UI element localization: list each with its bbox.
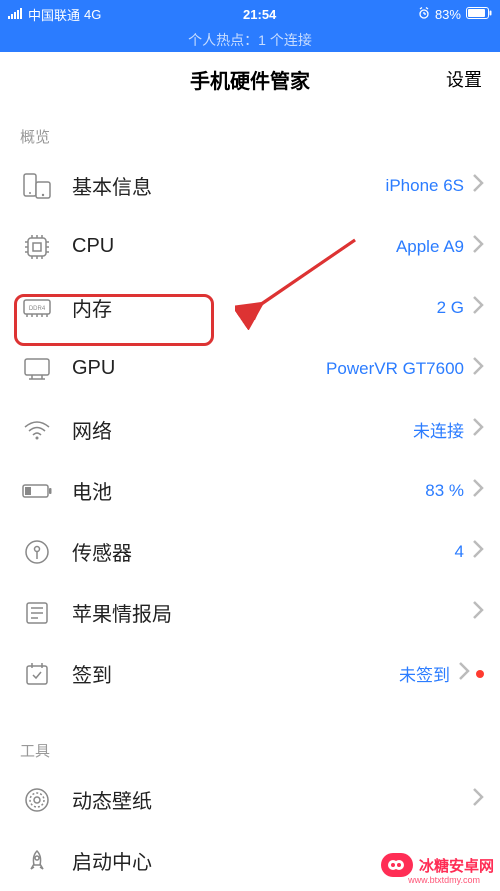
gpu-icon (20, 352, 54, 386)
row-value: 83 % (425, 481, 464, 501)
battery-icon (466, 7, 492, 22)
row-label: 苹果情报局 (72, 598, 472, 627)
chevron-right-icon (458, 661, 470, 686)
notification-dot (476, 670, 484, 678)
row-label: 网络 (72, 415, 413, 444)
hotspot-bar[interactable]: 个人热点：1 个连接 (0, 28, 500, 52)
chevron-right-icon (472, 539, 484, 564)
row-value: 4 (455, 542, 464, 562)
device-icon (20, 169, 54, 203)
chevron-right-icon (472, 356, 484, 381)
row-sensors[interactable]: 传感器 4 (0, 521, 500, 582)
section-overview-header: 概览 (0, 106, 500, 155)
chevron-right-icon (472, 478, 484, 503)
status-time: 21:54 (243, 7, 276, 22)
row-basic-info[interactable]: 基本信息 iPhone 6S (0, 155, 500, 216)
hotspot-label: 个人热点：1 个连接 (188, 30, 312, 50)
row-value: 未签到 (399, 661, 450, 686)
row-label: 签到 (72, 659, 399, 688)
status-right: 83% (418, 7, 492, 22)
row-battery[interactable]: 电池 83 % (0, 460, 500, 521)
watermark: 冰糖安卓网 (381, 853, 494, 877)
chevron-right-icon (472, 787, 484, 812)
row-label: CPU (72, 235, 396, 258)
wifi-icon (20, 413, 54, 447)
sensor-icon (20, 535, 54, 569)
row-network[interactable]: 网络 未连接 (0, 399, 500, 460)
status-left: 中国联通 4G (8, 5, 101, 24)
watermark-text: 冰糖安卓网 (419, 855, 494, 876)
carrier-label: 中国联通 (28, 5, 80, 24)
page-title: 手机硬件管家 (190, 65, 310, 94)
row-label: 电池 (72, 476, 425, 505)
chevron-right-icon (472, 173, 484, 198)
battery-pct: 83% (435, 7, 461, 22)
chevron-right-icon (472, 295, 484, 320)
status-bar: 中国联通 4G 21:54 83% (0, 0, 500, 28)
settings-button[interactable]: 设置 (446, 66, 482, 92)
chevron-right-icon (472, 234, 484, 259)
row-label: 传感器 (72, 537, 455, 566)
signal-icon (8, 7, 24, 22)
memory-icon: DDR4 (20, 291, 54, 325)
row-value: iPhone 6S (386, 176, 464, 196)
row-value: 未连接 (413, 417, 464, 442)
rocket-icon (20, 844, 54, 878)
row-wallpaper[interactable]: 动态壁纸 (0, 769, 500, 830)
row-label: 基本信息 (72, 171, 386, 200)
row-value: PowerVR GT7600 (326, 359, 464, 379)
row-cpu[interactable]: CPU Apple A9 (0, 216, 500, 277)
battery-row-icon (20, 474, 54, 508)
watermark-badge (381, 853, 413, 877)
row-label: GPU (72, 357, 326, 380)
calendar-icon (20, 657, 54, 691)
row-value: 2 G (437, 298, 464, 318)
wallpaper-icon (20, 783, 54, 817)
chevron-right-icon (472, 417, 484, 442)
row-value: Apple A9 (396, 237, 464, 257)
section-tools-header: 工具 (0, 732, 500, 769)
row-label: 动态壁纸 (72, 785, 472, 814)
svg-text:DDR4: DDR4 (29, 306, 46, 312)
row-gpu[interactable]: GPU PowerVR GT7600 (0, 338, 500, 399)
row-label: 内存 (72, 293, 437, 322)
news-icon (20, 596, 54, 630)
chevron-right-icon (472, 600, 484, 625)
alarm-icon (418, 7, 430, 22)
nav-bar: 手机硬件管家 设置 (0, 52, 500, 106)
network-label: 4G (84, 7, 101, 22)
row-intel[interactable]: 苹果情报局 (0, 582, 500, 643)
row-checkin[interactable]: 签到 未签到 (0, 643, 500, 704)
row-memory[interactable]: DDR4 内存 2 G (0, 277, 500, 338)
cpu-icon (20, 230, 54, 264)
